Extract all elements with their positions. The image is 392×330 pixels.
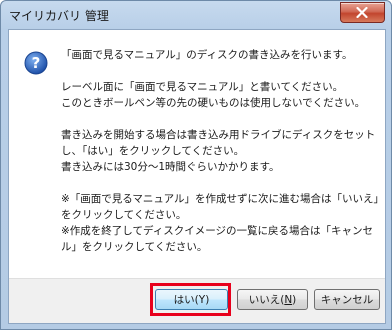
question-icon: ? (24, 51, 48, 75)
svg-text:?: ? (32, 54, 41, 72)
message-body: 「画面で見るマニュアル」のディスクの書き込みを行います。 レーベル面に「画面で見… (61, 47, 381, 255)
no-button[interactable]: いいえ(N) (237, 289, 308, 310)
yes-button[interactable]: はい(Y) (155, 289, 228, 310)
window-title: マイリカバリ 管理 (9, 9, 109, 23)
no-button-label: いいえ (248, 294, 281, 306)
yes-button-label: はい (173, 294, 195, 306)
cancel-button-label: キャンセル (320, 294, 374, 306)
close-button[interactable] (340, 2, 385, 23)
title-bar[interactable]: マイリカバリ 管理 (1, 1, 391, 29)
button-bar: はい(Y) いいえ(N) キャンセル (9, 278, 385, 323)
message-write-instructions: 書き込みを開始する場合は書き込み用ドライブにディスクをセットし、「はい」をクリッ… (61, 129, 376, 173)
dialog-content: ? 「画面で見るマニュアル」のディスクの書き込みを行います。 レーベル面に「画面… (8, 29, 386, 324)
cancel-button[interactable]: キャンセル (314, 289, 380, 310)
message-label-instructions: レーベル面に「画面で見るマニュアル」と書いてください。 このときボールペン等の先… (61, 81, 366, 109)
yes-button-accesskey: Y (198, 294, 206, 306)
dialog-window: マイリカバリ 管理 ? 「画面で見るマニュアル」のディスクの書き込みを行います。… (0, 0, 392, 330)
close-icon (356, 7, 368, 18)
no-button-accesskey: N (284, 294, 293, 306)
message-notes: ※「画面で見るマニュアル」を作成せずに次に進む場合は「いいえ」をクリックしてくだ… (61, 193, 379, 253)
message-intro: 「画面で見るマニュアル」のディスクの書き込みを行います。 (61, 49, 353, 61)
